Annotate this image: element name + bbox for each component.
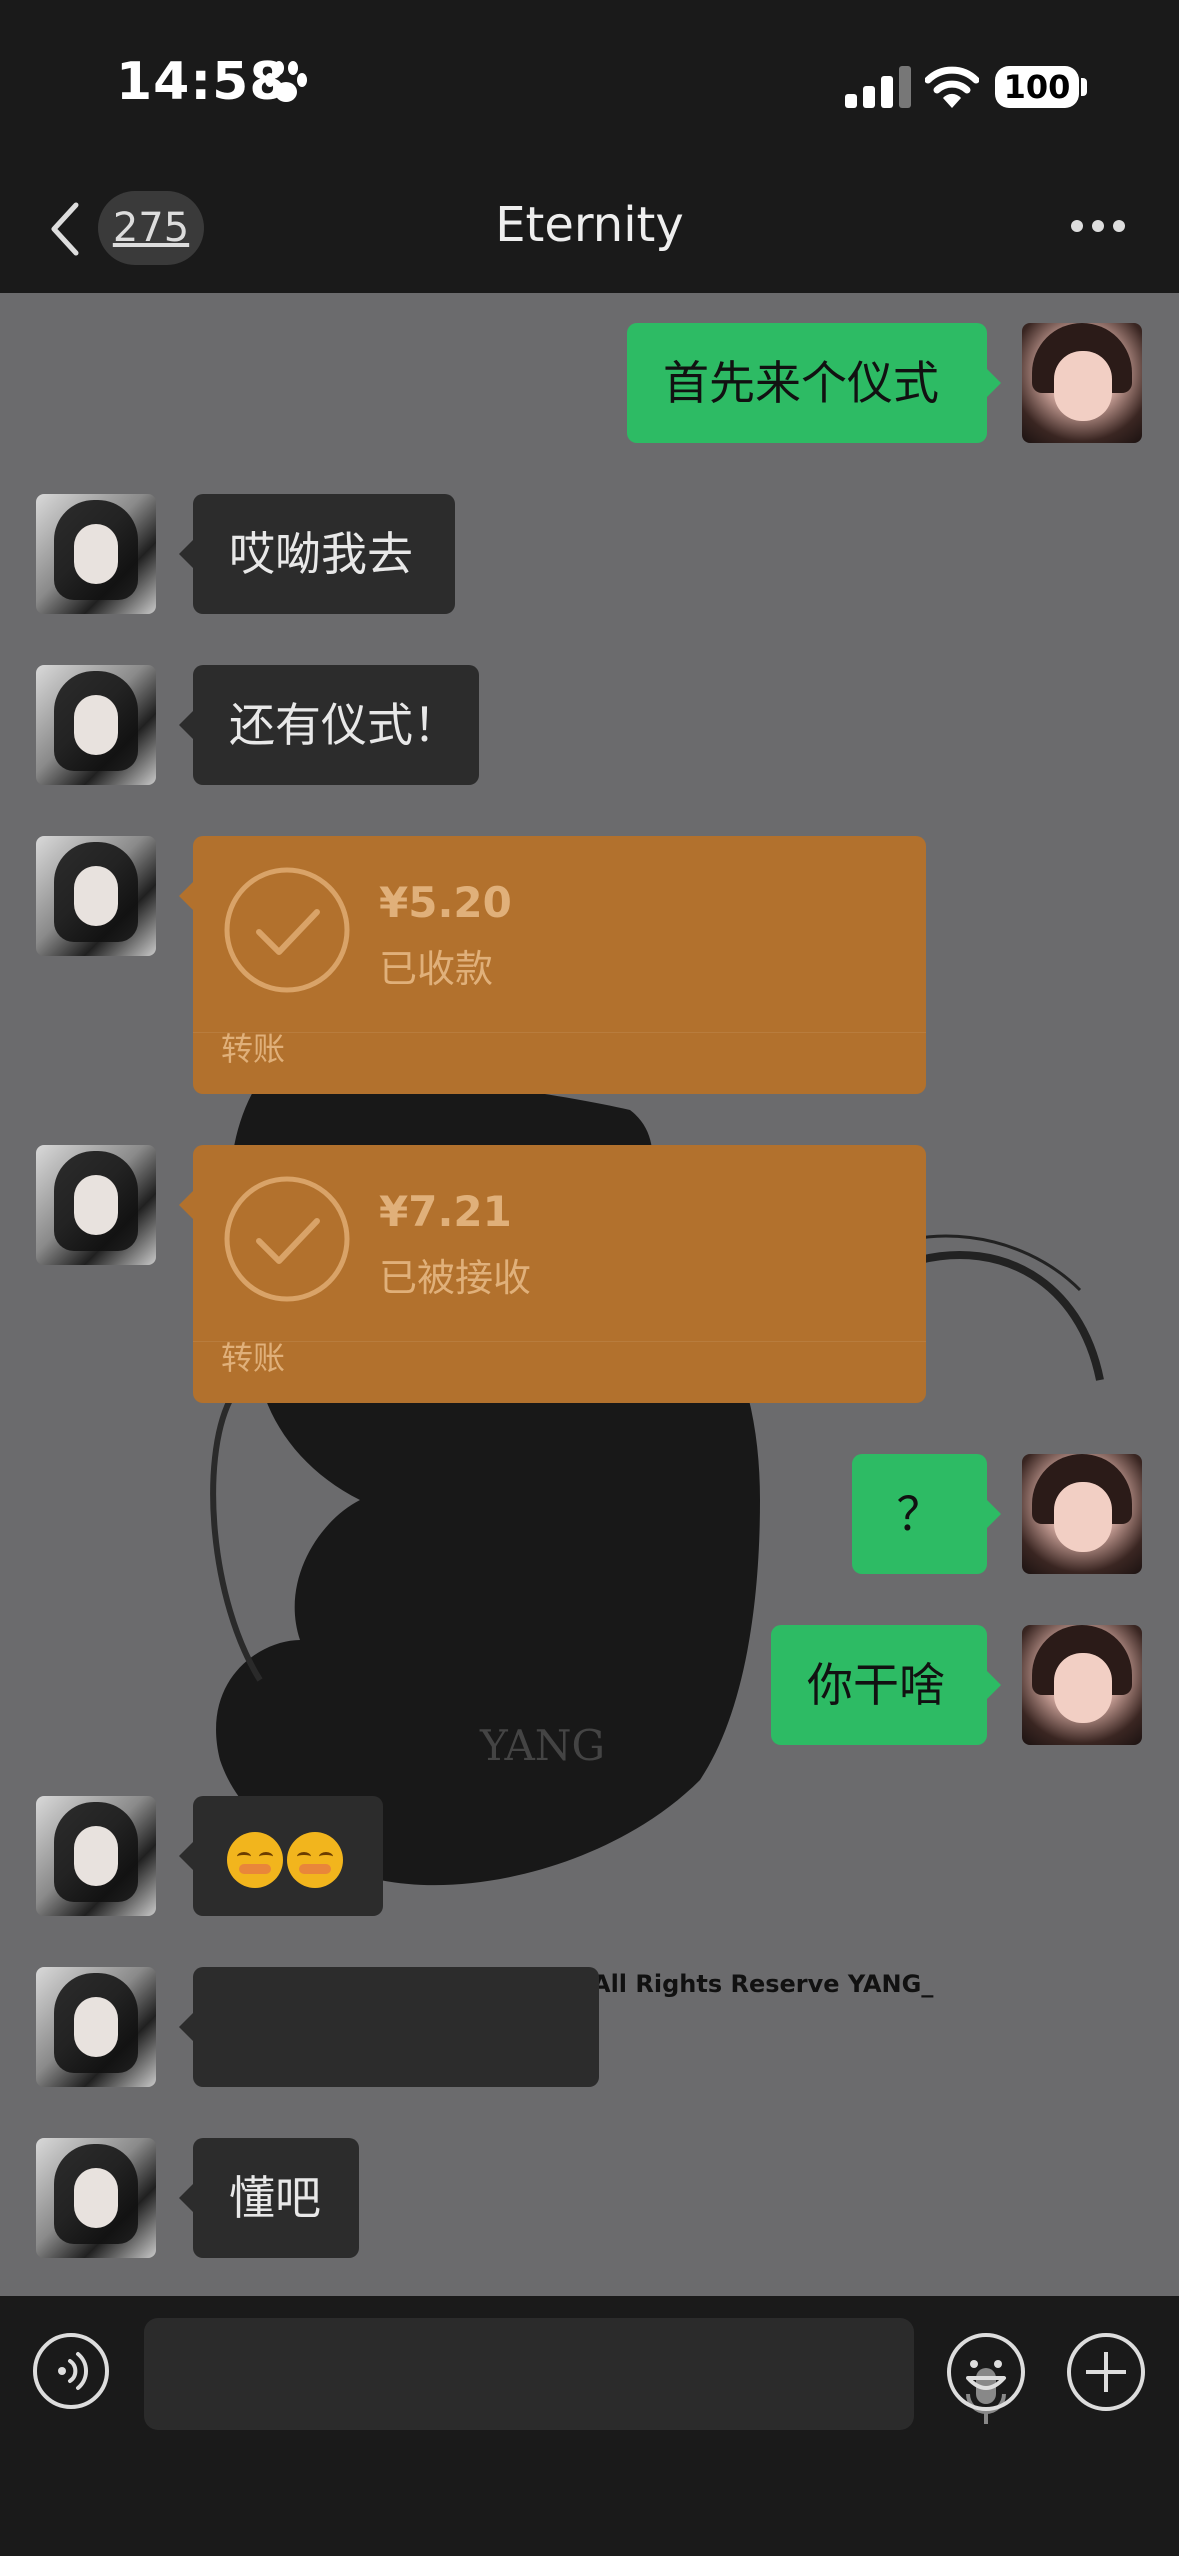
- message-bubble-received[interactable]: 哎呦我去: [193, 494, 455, 614]
- message-bubble-received[interactable]: [193, 1796, 383, 1916]
- contact-avatar[interactable]: [36, 2138, 156, 2258]
- transfer-amount: ¥5.20: [379, 878, 512, 927]
- top-bar: 14:58 100 275 Eternity: [0, 0, 1179, 293]
- contact-avatar[interactable]: [36, 1145, 156, 1265]
- avatar-face: [1054, 351, 1112, 421]
- more-icon[interactable]: [1070, 219, 1126, 233]
- bubble-tail: [179, 1191, 193, 1219]
- input-bar: [0, 2296, 1179, 2556]
- bubble-tail: [179, 882, 193, 910]
- transfer-card[interactable]: ¥7.21 已被接收 转账: [193, 1145, 926, 1403]
- message-text: 懂吧: [229, 2171, 321, 2225]
- message-text: 哎呦我去: [229, 527, 413, 581]
- bubble-tail: [179, 540, 193, 568]
- emoji-icon[interactable]: [946, 2332, 1026, 2412]
- paw-icon: [265, 61, 307, 102]
- avatar-face: [1054, 1653, 1112, 1723]
- transfer-card[interactable]: ¥5.20 已收款 转账: [193, 836, 926, 1094]
- battery-tip: [1081, 78, 1087, 96]
- my-avatar[interactable]: [1022, 1625, 1142, 1745]
- blushing-emoji-icon: [227, 1831, 283, 1888]
- contact-avatar[interactable]: [36, 494, 156, 614]
- message-bubble-received[interactable]: 还有仪式！: [193, 665, 479, 785]
- message-text: 你干啥: [807, 1658, 945, 1712]
- bubble-tail: [179, 2184, 193, 2212]
- chat-header: 275 Eternity: [0, 175, 1179, 293]
- check-circle-icon: [224, 1176, 350, 1302]
- avatar-face: [74, 2168, 118, 2228]
- transfer-status: 已被接收: [379, 1256, 532, 1300]
- my-avatar[interactable]: [1022, 1454, 1142, 1574]
- battery-icon: 100: [995, 66, 1079, 108]
- message-bubble-sent[interactable]: 首先来个仪式: [627, 323, 987, 443]
- contact-avatar[interactable]: [36, 1796, 156, 1916]
- bubble-tail: [987, 369, 1001, 397]
- bubble-tail: [179, 2013, 193, 2041]
- message-bubble-received[interactable]: [193, 1967, 599, 2087]
- avatar-face: [74, 1997, 118, 2057]
- message-bubble-received[interactable]: 懂吧: [193, 2138, 359, 2258]
- wifi-icon: [925, 66, 979, 108]
- message-text: ？: [896, 1487, 943, 1541]
- avatar-face: [74, 866, 118, 926]
- message-bubble-sent[interactable]: ？: [852, 1454, 987, 1574]
- transfer-status: 已收款: [379, 947, 494, 991]
- plus-icon[interactable]: [1066, 2332, 1146, 2412]
- check-circle-icon: [224, 867, 350, 993]
- avatar-face: [74, 1826, 118, 1886]
- blushing-emoji-icon: [287, 1831, 343, 1888]
- transfer-amount: ¥7.21: [379, 1187, 512, 1236]
- bubble-tail: [179, 711, 193, 739]
- bubble-tail: [987, 1500, 1001, 1528]
- status-bar: 14:58 100: [0, 0, 1179, 175]
- status-time: 14:58: [116, 52, 287, 112]
- divider: [193, 1032, 926, 1033]
- battery-level: 100: [1003, 68, 1071, 106]
- my-avatar[interactable]: [1022, 323, 1142, 443]
- message-bubble-sent[interactable]: 你干啥: [771, 1625, 987, 1745]
- transfer-label: 转账: [221, 1339, 286, 1377]
- divider: [193, 1341, 926, 1342]
- message-input[interactable]: [144, 2318, 1006, 2430]
- avatar-face: [74, 1175, 118, 1235]
- signal-icon: [845, 66, 911, 108]
- message-text: 还有仪式！: [229, 698, 459, 752]
- bubble-tail: [179, 1842, 193, 1870]
- voice-icon[interactable]: [32, 2332, 110, 2410]
- chat-title: Eternity: [495, 197, 684, 253]
- avatar-face: [74, 524, 118, 584]
- message-text: 首先来个仪式: [663, 356, 939, 410]
- contact-avatar[interactable]: [36, 836, 156, 956]
- avatar-face: [1054, 1482, 1112, 1552]
- avatar-face: [74, 695, 118, 755]
- bubble-tail: [987, 1671, 1001, 1699]
- transfer-label: 转账: [221, 1030, 286, 1068]
- contact-avatar[interactable]: [36, 1967, 156, 2087]
- svg-text:YANG: YANG: [479, 1721, 605, 1770]
- watermark-text: All Rights Reserve YANG_: [592, 1970, 934, 1998]
- contact-avatar[interactable]: [36, 665, 156, 785]
